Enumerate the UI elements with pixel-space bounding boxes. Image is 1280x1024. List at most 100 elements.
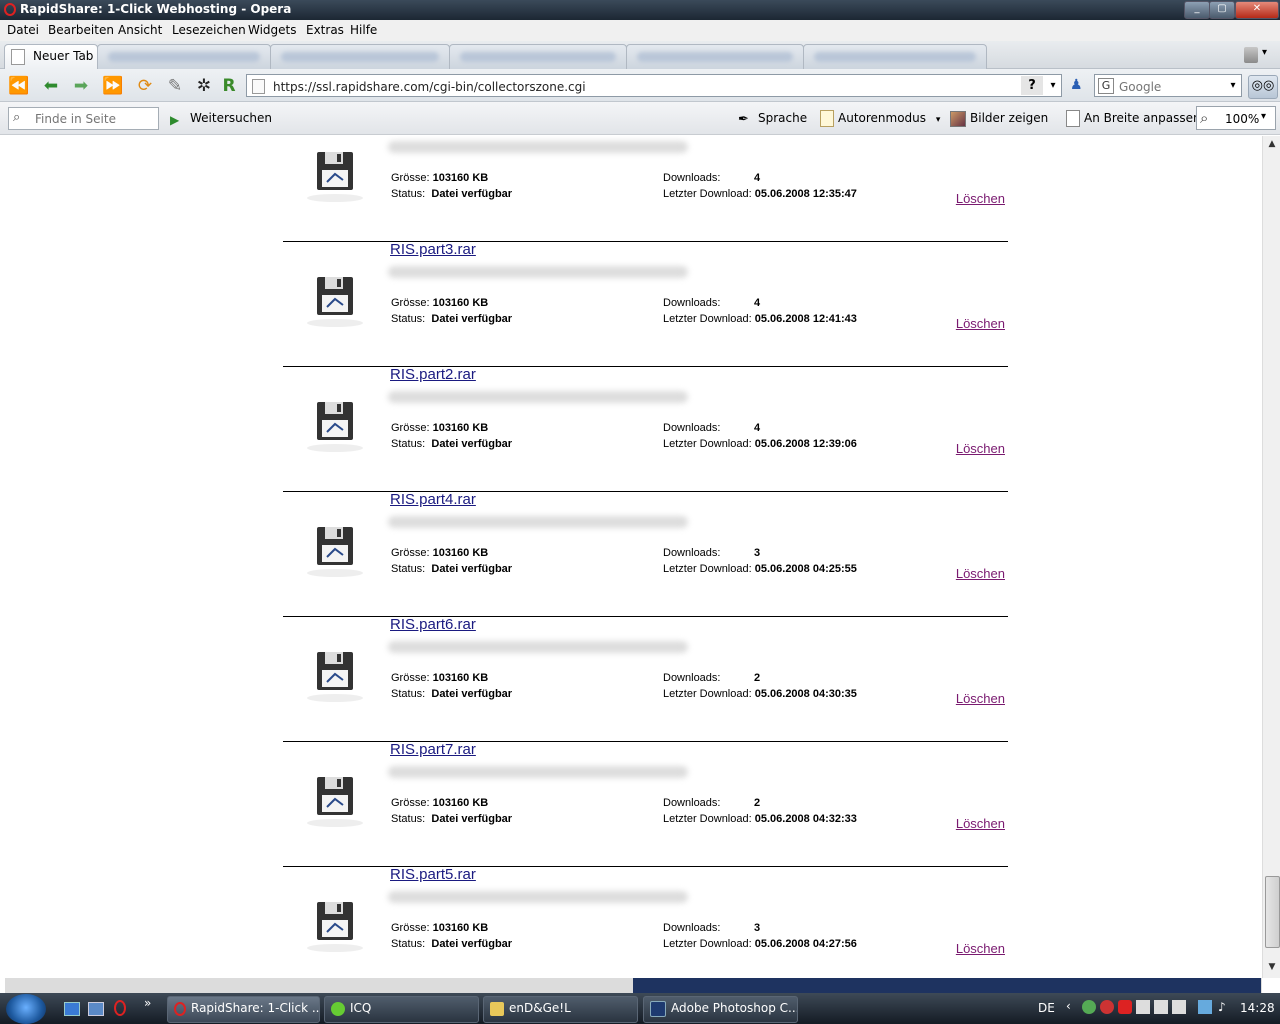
tab-menu-arrow-icon[interactable]: ▾ <box>1262 47 1267 58</box>
tray-arrow-icon[interactable] <box>1172 1000 1186 1014</box>
help-icon[interactable]: ? <box>1021 76 1043 95</box>
language-button[interactable]: ✒ Sprache <box>738 109 807 127</box>
antivirus-tray-icon[interactable] <box>1100 1000 1114 1014</box>
file-link[interactable]: RIS.part5.rar <box>390 866 476 883</box>
show-desktop-icon[interactable] <box>64 1002 80 1016</box>
edit-icon[interactable]: ✎ <box>164 75 186 97</box>
author-mode-dropdown-icon[interactable]: ▾ <box>936 115 941 125</box>
find-field[interactable]: ⌕ <box>8 107 159 130</box>
menu-ansicht[interactable]: Ansicht <box>118 23 162 37</box>
status-value: Datei verfügbar <box>431 313 513 325</box>
opera-quicklaunch-icon[interactable] <box>114 1000 126 1016</box>
scroll-up-icon[interactable]: ▲ <box>1266 139 1278 151</box>
menu-datei[interactable]: Datei <box>7 23 39 37</box>
delete-link[interactable]: Löschen <box>956 566 1005 581</box>
file-link[interactable]: RIS.part4.rar <box>390 491 476 508</box>
tab-3[interactable] <box>270 44 450 69</box>
maximize-button[interactable]: ▢ <box>1209 1 1235 19</box>
acrobat-tray-icon[interactable] <box>1118 1000 1132 1014</box>
tab-neuer-tab[interactable]: Neuer Tab <box>4 44 98 69</box>
wand-icon[interactable]: ✲ <box>193 75 215 97</box>
menu-hilfe[interactable]: Hilfe <box>350 23 377 37</box>
size-row: Grösse: 103160 KB <box>391 547 488 559</box>
menu-lesezeichen[interactable]: Lesezeichen <box>172 23 246 37</box>
rewind-icon[interactable]: ⏪ <box>8 75 30 97</box>
author-mode-button[interactable]: Autorenmodus ▾ <box>820 109 940 127</box>
back-icon[interactable]: ⬅ <box>40 75 62 97</box>
downloads-value: 4 <box>754 297 761 309</box>
search-input[interactable] <box>1117 77 1221 96</box>
icq-tray-icon[interactable] <box>1082 1000 1096 1014</box>
contacts-icon[interactable]: ♟ <box>1070 77 1086 93</box>
horizontal-scroll-thumb[interactable] <box>633 978 1261 993</box>
author-mode-label: Autorenmodus <box>838 111 927 125</box>
menu-bearbeiten[interactable]: Bearbeiten <box>48 23 114 37</box>
search-dropdown-icon[interactable]: ▾ <box>1225 76 1241 95</box>
file-entry: RIS.part2.rar Grösse: 103160 KB Status: Da… <box>283 366 1008 492</box>
task-icq[interactable]: ICQ <box>324 996 479 1023</box>
floppy-disk-icon <box>307 902 363 952</box>
menu-extras[interactable]: Extras <box>306 23 344 37</box>
tab-5[interactable] <box>626 44 804 69</box>
address-input[interactable] <box>271 77 1015 96</box>
reload-icon[interactable]: ⟳ <box>134 75 156 97</box>
find-next-button[interactable]: ▶ Weitersuchen <box>170 109 272 127</box>
menu-widgets[interactable]: Widgets <box>248 23 297 37</box>
delete-link[interactable]: Löschen <box>956 191 1005 206</box>
horizontal-scrollbar[interactable] <box>5 978 1262 993</box>
tab-6[interactable] <box>803 44 987 69</box>
file-link[interactable]: RIS.part2.rar <box>390 366 476 383</box>
switch-windows-icon[interactable] <box>88 1002 104 1016</box>
fast-forward-icon[interactable]: ⏩ <box>102 75 124 97</box>
tab-4[interactable] <box>449 44 627 69</box>
vertical-scroll-thumb[interactable] <box>1265 876 1280 948</box>
size-label: Grösse: <box>391 547 430 559</box>
zoom-icon: ⌕ <box>1200 109 1209 127</box>
task-folder[interactable]: enD&Ge!L <box>483 996 638 1023</box>
tray-a-icon[interactable] <box>1154 1000 1168 1014</box>
quicklaunch-more-icon[interactable]: » <box>144 996 151 1010</box>
delete-link[interactable]: Löschen <box>956 691 1005 706</box>
icq-flower-icon <box>331 1001 345 1016</box>
last-download-row: Letzter Download: 05.06.2008 12:41:43 <box>663 313 857 325</box>
vertical-scrollbar[interactable]: ▲ ▼ <box>1262 136 1280 978</box>
file-link[interactable]: RIS.part3.rar <box>390 241 476 258</box>
find-input[interactable] <box>33 111 157 127</box>
downloads-label: Downloads: <box>663 922 721 934</box>
task-label: RapidShare: 1-Click ... <box>191 1001 320 1015</box>
tray-1-icon[interactable] <box>1136 1000 1150 1014</box>
search-box[interactable]: G ▾ <box>1094 74 1242 97</box>
trash-icon[interactable] <box>1244 47 1258 63</box>
network-tray-icon[interactable] <box>1198 1000 1212 1014</box>
task-photoshop[interactable]: Adobe Photoshop C... <box>643 996 798 1023</box>
tray-expand-icon[interactable]: ‹ <box>1066 999 1071 1013</box>
fit-width-button[interactable]: An Breite anpassen <box>1066 109 1201 127</box>
delete-link[interactable]: Löschen <box>956 941 1005 956</box>
forward-icon[interactable]: ➡ <box>70 75 92 97</box>
show-images-button[interactable]: Bilder zeigen <box>950 109 1048 127</box>
zoom-control[interactable]: ⌕ 100% ▾ <box>1196 106 1276 130</box>
binoculars-icon[interactable]: ◎◎ <box>1248 75 1278 99</box>
task-rapidshare[interactable]: RapidShare: 1-Click ... <box>167 996 320 1023</box>
tab-2[interactable] <box>97 44 271 69</box>
delete-link[interactable]: Löschen <box>956 816 1005 831</box>
clock[interactable]: 14:28 <box>1240 1001 1275 1015</box>
address-bar[interactable]: ? ▾ <box>246 74 1062 97</box>
file-description-blurred <box>388 641 688 653</box>
delete-link[interactable]: Löschen <box>956 441 1005 456</box>
address-dropdown-icon[interactable]: ▾ <box>1045 76 1061 95</box>
minimize-button[interactable]: _ <box>1184 1 1210 19</box>
language-indicator[interactable]: DE <box>1038 1001 1055 1015</box>
window-titlebar[interactable]: RapidShare: 1-Click Webhosting - Opera _… <box>0 0 1280 20</box>
zoom-dropdown-icon[interactable]: ▾ <box>1261 111 1266 122</box>
rss-icon[interactable]: R <box>218 75 240 97</box>
status-value: Datei verfügbar <box>431 813 513 825</box>
delete-link[interactable]: Löschen <box>956 316 1005 331</box>
file-link[interactable]: RIS.part6.rar <box>390 616 476 633</box>
status-row: Status: Datei verfügbar <box>391 813 512 825</box>
scroll-down-icon[interactable]: ▼ <box>1266 962 1278 974</box>
file-link[interactable]: RIS.part7.rar <box>390 741 476 758</box>
start-button[interactable] <box>6 994 46 1024</box>
close-button[interactable]: ✕ <box>1235 1 1279 19</box>
volume-tray-icon[interactable]: ♪ <box>1218 1000 1232 1014</box>
